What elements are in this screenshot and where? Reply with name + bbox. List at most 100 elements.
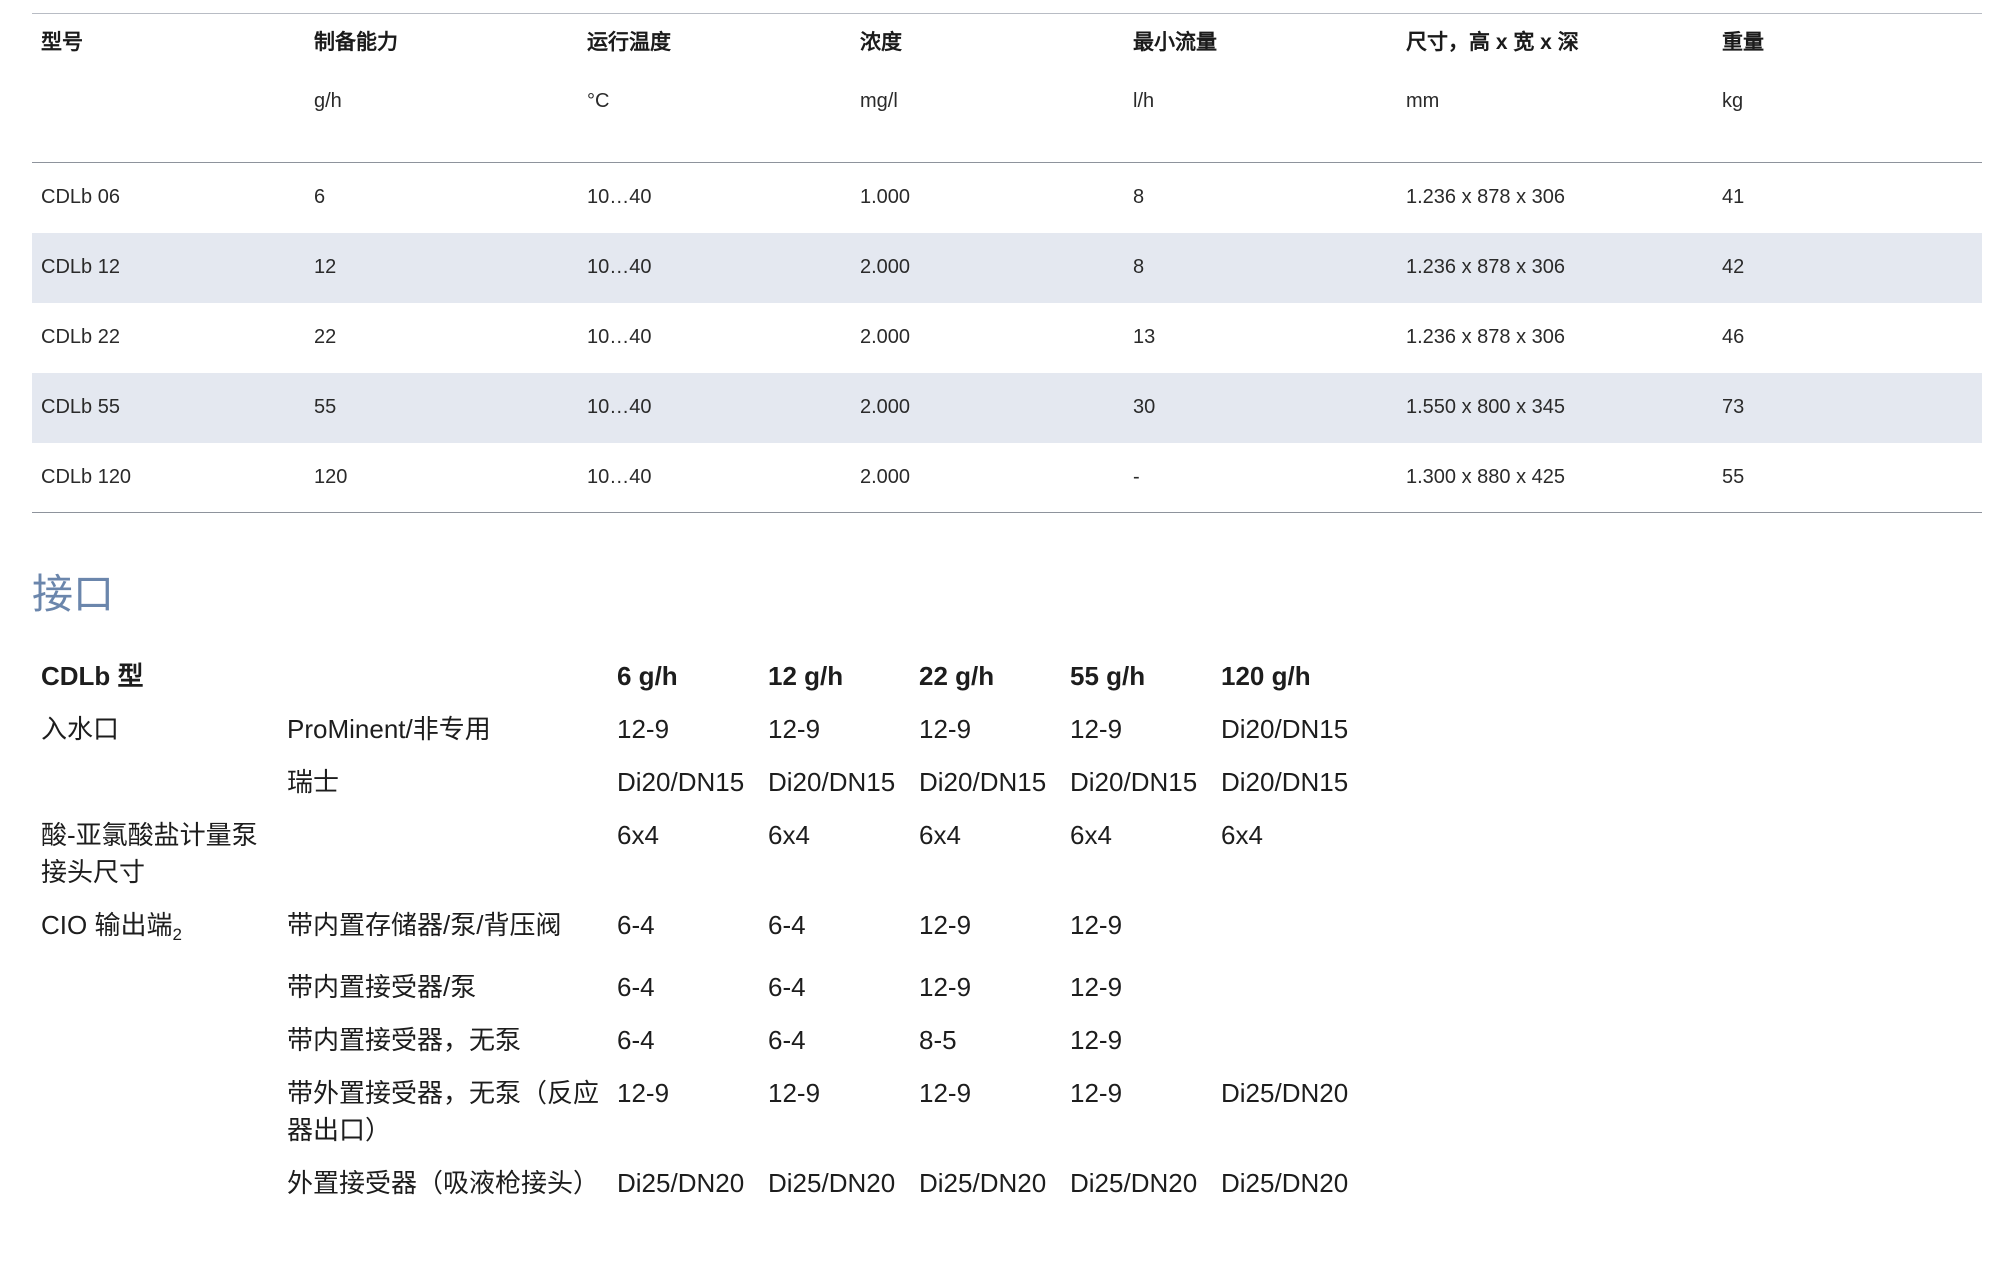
table-cell: 8 <box>1133 186 1145 209</box>
table-cell: 55 <box>305 372 578 443</box>
table-cell: 2.000 <box>860 465 911 488</box>
table-cell: 12-9 <box>768 1078 821 1108</box>
table-row: CDLb 55 55 10…40 2.000 30 1.550 x 800 x … <box>32 372 1982 443</box>
connection-subtype: 带内置存储器/泵/背压阀 <box>287 910 562 940</box>
table-cell: 12-9 <box>919 1078 972 1108</box>
spec-unit-dimensions: mm <box>1406 89 1440 112</box>
spec-unit-row: g/h °C mg/l l/h mm kg <box>32 62 1982 163</box>
spec-header-concentration: 浓度 <box>860 31 902 54</box>
table-cell: - <box>1133 465 1140 488</box>
table-cell: 6-4 <box>617 910 655 940</box>
table-row: CIO 输出端2 带内置存储器/泵/背压阀 6-4 6-4 12-9 12-9 <box>32 899 1362 961</box>
table-cell: 10…40 <box>587 186 652 209</box>
table-cell: 10…40 <box>578 232 851 303</box>
table-cell: 6x4 <box>617 820 659 850</box>
table-cell: 8-5 <box>919 1025 957 1055</box>
table-cell: 6-4 <box>768 1025 806 1055</box>
table-cell: Di25/DN20 <box>1221 1168 1349 1198</box>
table-cell: 12-9 <box>1070 972 1123 1002</box>
connection-subtype: 带内置接受器/泵 <box>287 972 477 1002</box>
table-cell: 12-9 <box>1070 1078 1123 1108</box>
table-cell: Di20/DN15 <box>768 767 896 797</box>
table-cell: Di20/DN15 <box>1221 767 1349 797</box>
table-cell: 42 <box>1713 232 1982 303</box>
spec-header-capacity: 制备能力 <box>314 31 398 54</box>
table-cell: 6-4 <box>617 1025 655 1055</box>
table-cell: 1.236 x 878 x 306 <box>1406 186 1566 209</box>
table-cell: 12-9 <box>1070 1025 1123 1055</box>
table-row: 带内置接受器，无泵 6-4 6-4 8-5 12-9 <box>32 1014 1362 1067</box>
spec-header-min-flow: 最小流量 <box>1133 31 1217 54</box>
table-row: CDLb 120 120 10…40 2.000 - 1.300 x 880 x… <box>32 443 1982 513</box>
connection-subtype <box>278 809 608 899</box>
table-cell: 6-4 <box>768 910 806 940</box>
spec-header-dimensions: 尺寸，高 x 宽 x 深 <box>1406 31 1579 54</box>
table-cell <box>1212 899 1362 961</box>
table-cell <box>1212 1014 1362 1067</box>
table-cell: 12-9 <box>617 1078 670 1108</box>
connections-header-size: 12 g/h <box>768 661 844 691</box>
connections-table: CDLb 型 6 g/h 12 g/h 22 g/h 55 g/h 120 g/… <box>32 650 1362 1210</box>
table-cell: Di20/DN15 <box>617 767 745 797</box>
connections-header-type: CDLb 型 <box>41 661 144 691</box>
table-cell: 6x4 <box>768 820 810 850</box>
connection-subtype: 带内置接受器，无泵 <box>287 1025 522 1055</box>
section-title-connections: 接口 <box>32 571 114 617</box>
table-cell: 120 <box>314 465 348 488</box>
table-cell: 12-9 <box>768 714 821 744</box>
table-cell: 30 <box>1124 372 1397 443</box>
table-cell: CDLb 22 <box>41 326 120 348</box>
table-cell: 2.000 <box>851 232 1124 303</box>
connection-category <box>32 1014 278 1067</box>
connection-category <box>32 756 278 809</box>
table-cell: 13 <box>1133 326 1156 348</box>
spec-header-row: 型号 制备能力 运行温度 浓度 最小流量 尺寸，高 x 宽 x 深 重量 <box>32 13 1982 62</box>
table-row: 带外置接受器，无泵（反应器出口） 12-9 12-9 12-9 12-9 Di2… <box>32 1067 1362 1157</box>
table-cell: 1.236 x 878 x 306 <box>1397 232 1713 303</box>
table-cell: Di25/DN20 <box>1070 1168 1198 1198</box>
table-cell: 73 <box>1713 372 1982 443</box>
connections-header-size: 55 g/h <box>1070 661 1146 691</box>
table-cell: Di20/DN15 <box>1221 714 1349 744</box>
table-cell: 8 <box>1124 232 1397 303</box>
table-cell: 46 <box>1722 326 1745 348</box>
table-cell: CDLb 55 <box>32 372 305 443</box>
table-cell: 41 <box>1722 186 1745 209</box>
subscript: 2 <box>172 925 182 944</box>
spec-unit-model <box>32 62 305 163</box>
connections-header-row: CDLb 型 6 g/h 12 g/h 22 g/h 55 g/h 120 g/… <box>32 650 1362 703</box>
table-cell: Di20/DN15 <box>1070 767 1198 797</box>
table-row: CDLb 06 6 10…40 1.000 8 1.236 x 878 x 30… <box>32 163 1982 233</box>
table-cell: 1.550 x 800 x 345 <box>1397 372 1713 443</box>
connection-subtype: 瑞士 <box>287 767 340 797</box>
connections-header-size: 120 g/h <box>1221 661 1311 691</box>
spec-header-temperature: 运行温度 <box>587 31 671 54</box>
connection-category <box>32 1067 278 1157</box>
table-cell: 1.000 <box>860 186 911 209</box>
table-cell: 12-9 <box>919 910 972 940</box>
table-cell: 10…40 <box>587 465 652 488</box>
table-cell: 6-4 <box>768 972 806 1002</box>
table-cell: 12 <box>305 232 578 303</box>
table-cell: CDLb 120 <box>41 465 132 488</box>
connection-subtype: ProMinent/非专用 <box>287 714 491 744</box>
connections-header-size: 6 g/h <box>617 661 678 691</box>
table-cell: 12-9 <box>1070 714 1123 744</box>
table-cell: 2.000 <box>851 372 1124 443</box>
table-cell: 2.000 <box>860 326 911 348</box>
connection-category-label: CIO 输出端 <box>41 910 173 940</box>
table-cell: Di25/DN20 <box>768 1168 896 1198</box>
table-cell: Di20/DN15 <box>919 767 1047 797</box>
table-cell: 12-9 <box>1070 910 1123 940</box>
table-cell: 1.300 x 880 x 425 <box>1406 465 1566 488</box>
connections-header-blank <box>278 650 608 703</box>
spec-unit-capacity: g/h <box>314 89 342 112</box>
table-cell: CDLb 12 <box>32 232 305 303</box>
page: 型号 制备能力 运行温度 浓度 最小流量 尺寸，高 x 宽 x 深 重量 g/h… <box>0 0 1991 1265</box>
connection-category: CIO 输出端2 <box>32 899 278 961</box>
table-cell: Di25/DN20 <box>617 1168 745 1198</box>
table-cell: 10…40 <box>587 326 652 348</box>
table-row: 酸-亚氯酸盐计量泵接头尺寸 6x4 6x4 6x4 6x4 6x4 <box>32 809 1362 899</box>
connections-header-size: 22 g/h <box>919 661 995 691</box>
spec-header-model: 型号 <box>41 31 83 54</box>
